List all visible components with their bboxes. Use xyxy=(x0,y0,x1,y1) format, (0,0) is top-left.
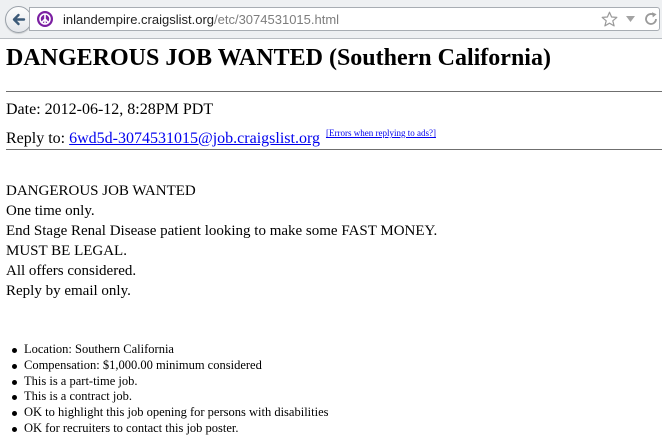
list-item: OK for recruiters to contact this job po… xyxy=(12,421,329,437)
posting-body: DANGEROUS JOB WANTED One time only. End … xyxy=(6,181,437,301)
url-path: /etc/3074531015.html xyxy=(214,12,340,27)
peace-sign-icon xyxy=(37,11,53,27)
list-item: This is a contract job. xyxy=(12,389,329,405)
list-item: This is a part-time job. xyxy=(12,374,329,390)
body-line: DANGEROUS JOB WANTED xyxy=(6,183,196,199)
body-line: Reply by email only. xyxy=(6,283,131,299)
errors-help-link[interactable]: [Errors when replying to ads?] xyxy=(326,128,436,138)
list-item: Location: Southern California xyxy=(12,342,329,358)
back-button[interactable] xyxy=(5,6,32,33)
list-item: Compensation: $1,000.00 minimum consider… xyxy=(12,358,329,374)
posting-details-list: Location: Southern California Compensati… xyxy=(6,342,329,437)
reply-email-link[interactable]: 6wd5d-3074531015@job.craigslist.org xyxy=(69,130,320,147)
divider xyxy=(6,91,662,92)
reply-to-line: Reply to: 6wd5d-3074531015@job.craigslis… xyxy=(6,124,436,148)
divider xyxy=(6,149,662,150)
posting-date: Date: 2012-06-12, 8:28PM PDT xyxy=(6,101,214,118)
url-text: inlandempire.craigslist.org/etc/30745310… xyxy=(63,12,339,28)
address-bar[interactable]: inlandempire.craigslist.org/etc/30745310… xyxy=(29,7,660,31)
body-line: All offers considered. xyxy=(6,263,137,279)
body-line: One time only. xyxy=(6,203,95,219)
url-domain: inlandempire.craigslist.org xyxy=(63,12,215,27)
chevron-down-icon[interactable] xyxy=(625,14,636,24)
browser-toolbar: inlandempire.craigslist.org/etc/30745310… xyxy=(0,0,662,39)
star-icon[interactable] xyxy=(601,11,618,28)
reply-to-label: Reply to: xyxy=(6,130,70,147)
back-arrow-icon xyxy=(12,13,26,26)
list-item: OK to highlight this job opening for per… xyxy=(12,405,329,420)
body-line: End Stage Renal Disease patient looking … xyxy=(6,223,438,239)
page-title: DANGEROUS JOB WANTED (Southern Californi… xyxy=(6,45,551,71)
body-line: MUST BE LEGAL. xyxy=(6,243,127,259)
reload-icon[interactable] xyxy=(643,11,659,27)
